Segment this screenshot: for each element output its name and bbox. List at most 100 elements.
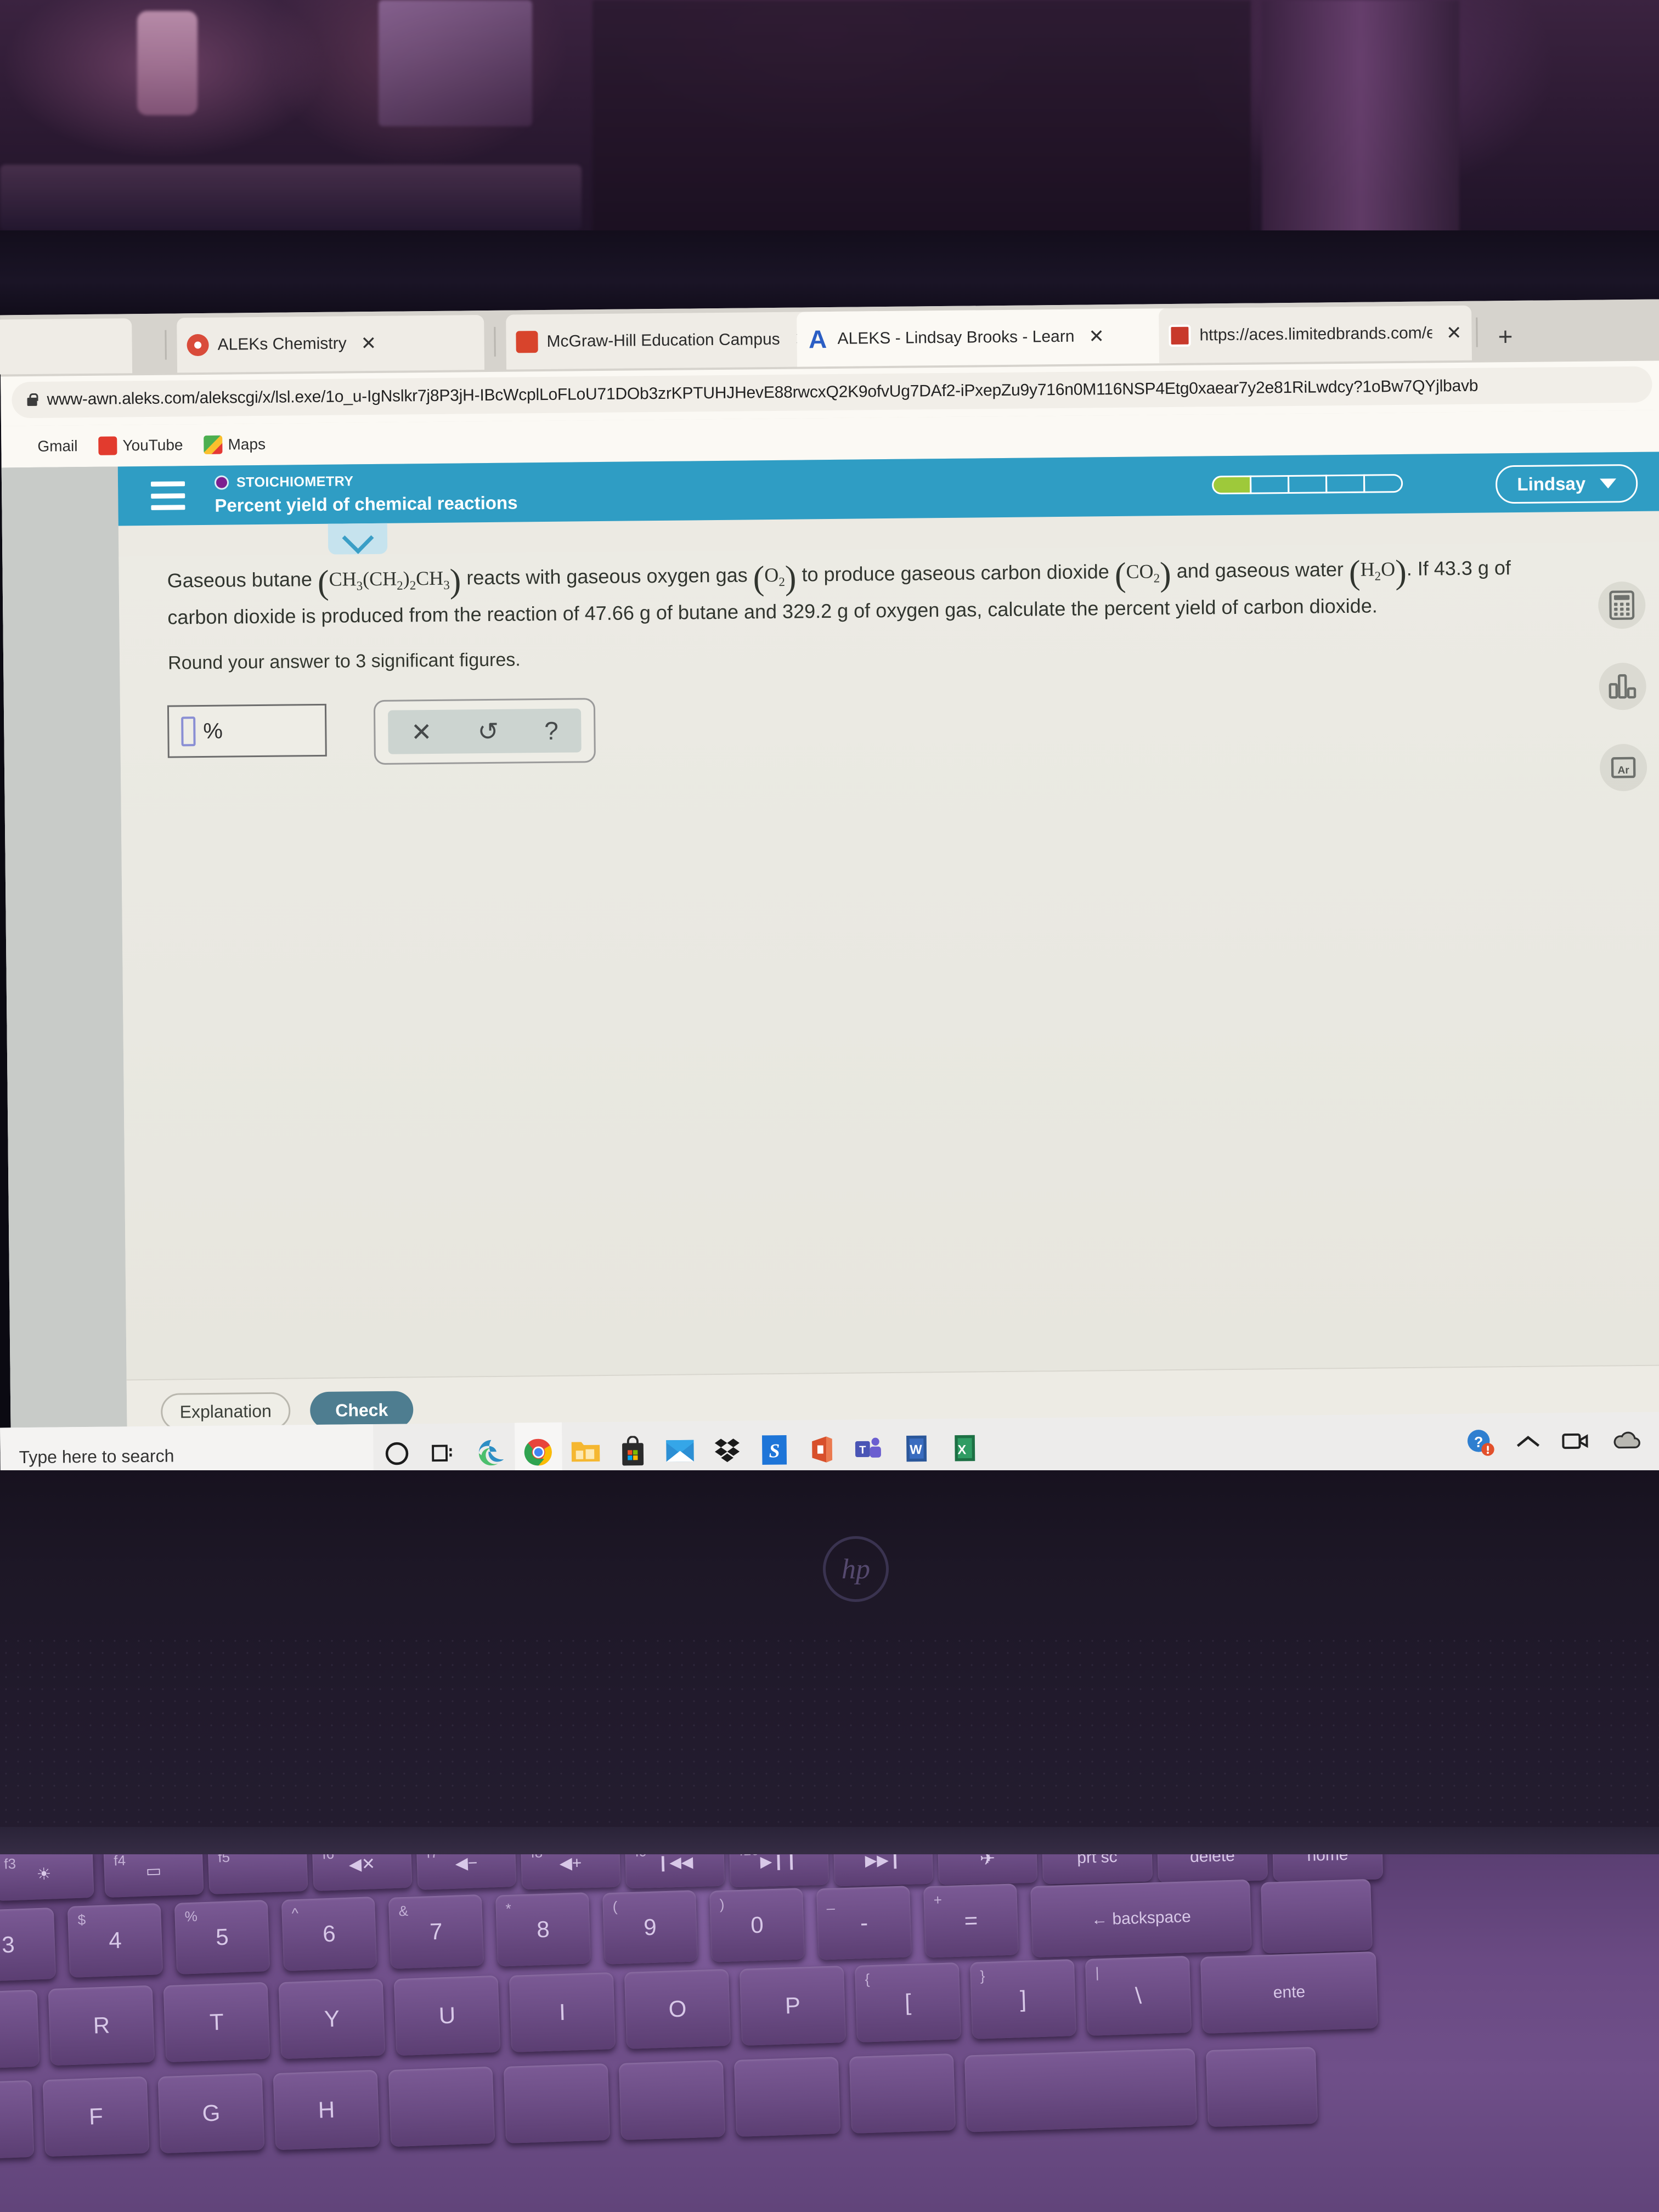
- web-page: STOICHIOMETRY Percent yield of chemical …: [1, 452, 1659, 1479]
- excel-icon[interactable]: X: [939, 1418, 987, 1478]
- key-enter-lower[interactable]: [964, 2048, 1198, 2132]
- collapse-header-button[interactable]: [328, 522, 388, 555]
- key-p[interactable]: P: [739, 1966, 847, 2046]
- bookmark-maps[interactable]: Maps: [197, 433, 272, 456]
- aleks-topic-title: Percent yield of chemical reactions: [215, 492, 518, 516]
- svg-text:X: X: [957, 1443, 966, 1457]
- address-bar[interactable]: www-awn.aleks.com/alekscgi/x/lsl.exe/1o_…: [12, 366, 1652, 419]
- key-i[interactable]: I: [509, 1972, 616, 2052]
- key-f10[interactable]: f10 ▶❙❙: [729, 1854, 830, 1888]
- paren-close: ): [785, 559, 797, 597]
- onedrive-icon[interactable]: [1611, 1430, 1643, 1454]
- key-backslash[interactable]: | \: [1085, 1956, 1192, 2036]
- key-7[interactable]: & 7: [388, 1894, 484, 1969]
- topic-dot-icon: [214, 475, 229, 490]
- chevron-up-icon[interactable]: [1515, 1433, 1541, 1452]
- browser-tab-aleks-chemistry[interactable]: ALEKs Chemistry ✕: [177, 315, 485, 373]
- key-5[interactable]: % 5: [174, 1900, 270, 1974]
- key-e[interactable]: E: [0, 1989, 40, 2070]
- key-y[interactable]: Y: [278, 1978, 386, 2059]
- bookmark-gmail[interactable]: Gmail: [7, 435, 84, 458]
- key-l[interactable]: [618, 2060, 726, 2140]
- key-bracket-left[interactable]: { [: [854, 1962, 962, 2042]
- tab-close-icon[interactable]: ✕: [360, 332, 376, 354]
- key-f9[interactable]: f9 ❙◀◀: [624, 1854, 725, 1889]
- key-k[interactable]: [503, 2063, 611, 2143]
- key-f12[interactable]: f12 ✈: [937, 1854, 1038, 1886]
- answer-toolbar: ✕ ↺ ?: [373, 698, 596, 765]
- key-fn-label: del: [1167, 1854, 1187, 1855]
- undo-icon[interactable]: ↺: [477, 716, 499, 746]
- progress-segment: [1287, 475, 1328, 494]
- key-minus[interactable]: _ -: [816, 1886, 912, 1960]
- browser-tab-aleks-lindsay-brooks[interactable]: A ALEKS - Lindsay Brooks - Learn ✕: [797, 308, 1176, 367]
- key-o[interactable]: O: [624, 1969, 731, 2049]
- key-f[interactable]: F: [42, 2076, 150, 2157]
- answer-input[interactable]: %: [167, 703, 327, 758]
- key-quote[interactable]: [849, 2053, 956, 2134]
- user-menu-button[interactable]: Lindsay: [1496, 464, 1638, 504]
- tab-close-icon[interactable]: ✕: [1088, 325, 1104, 347]
- key-3[interactable]: # 3: [0, 1908, 57, 1982]
- browser-tab-unf[interactable]: - UNF ✕: [0, 318, 133, 376]
- key-6[interactable]: ^ 6: [281, 1897, 377, 1971]
- key-r[interactable]: R: [48, 1985, 155, 2066]
- key-label: I: [558, 1999, 566, 2025]
- key-8[interactable]: * 8: [495, 1892, 591, 1967]
- bookmark-label: Maps: [228, 435, 266, 453]
- key-4[interactable]: $ 4: [67, 1903, 163, 1978]
- key-f3[interactable]: f3 ☀: [0, 1854, 94, 1901]
- room-object-shelf: [0, 165, 582, 230]
- key-shift-label: (: [612, 1898, 618, 1915]
- key-label: 6: [322, 1920, 336, 1947]
- key-label: T: [209, 2008, 224, 2035]
- svg-text:S: S: [769, 1440, 780, 1462]
- laptop-photo-scene: - UNF ✕ ALEKs Chemistry ✕ McGraw-Hill Ed…: [0, 0, 1659, 2212]
- key-f7[interactable]: f7 ◀−: [416, 1854, 517, 1891]
- periodic-table-icon[interactable]: Ar: [1599, 743, 1647, 792]
- volume-down-icon: ◀−: [455, 1854, 478, 1873]
- tab-divider: [1476, 317, 1478, 347]
- hamburger-menu-icon[interactable]: [150, 481, 185, 510]
- key-9[interactable]: ( 9: [602, 1890, 698, 1965]
- key-g[interactable]: G: [157, 2073, 265, 2154]
- formula-butane: CH3(CH2)2CH3: [329, 567, 450, 593]
- clear-x-icon[interactable]: ✕: [411, 717, 432, 747]
- bookmark-youtube[interactable]: YouTube: [92, 433, 189, 458]
- browser-tab-limitedbrands[interactable]: https://aces.limitedbrands.com/e ✕: [1159, 305, 1472, 364]
- key-j[interactable]: [388, 2066, 495, 2147]
- key-equals[interactable]: + =: [923, 1883, 1019, 1958]
- key-f5[interactable]: f5: [207, 1854, 308, 1895]
- paren-close: ): [449, 562, 461, 600]
- key-0[interactable]: ) 0: [709, 1888, 805, 1962]
- key-pgup[interactable]: [1205, 2046, 1318, 2128]
- calculator-icon[interactable]: [1598, 581, 1646, 629]
- key-f4[interactable]: f4 ▭: [103, 1854, 204, 1898]
- tab-divider: [165, 330, 167, 360]
- key-u[interactable]: U: [393, 1975, 501, 2056]
- key-enter[interactable]: ente: [1200, 1951, 1379, 2034]
- key-delete[interactable]: del delete: [1156, 1854, 1268, 1883]
- key-label: ente: [1273, 1983, 1306, 2002]
- key-backspace[interactable]: ← backspace: [1030, 1879, 1252, 1958]
- key-d[interactable]: E: [0, 2080, 35, 2161]
- key-t[interactable]: T: [163, 1982, 270, 2063]
- url-text: www-awn.aleks.com/alekscgi/x/lsl.exe/1o_…: [47, 376, 1479, 409]
- tab-close-icon[interactable]: ✕: [1446, 322, 1462, 344]
- key-h[interactable]: H: [273, 2069, 380, 2151]
- key-f11[interactable]: f11 ▶▶❙: [833, 1854, 934, 1887]
- key-bracket-right[interactable]: } ]: [969, 1959, 1077, 2039]
- key-home[interactable]: home: [1272, 1854, 1384, 1882]
- word-icon[interactable]: W: [892, 1419, 940, 1479]
- aleks-app: STOICHIOMETRY Percent yield of chemical …: [117, 452, 1659, 1477]
- key-num-extra[interactable]: [1261, 1878, 1373, 1954]
- key-print-screen[interactable]: ins prt sc: [1041, 1854, 1153, 1884]
- help-alert-icon[interactable]: ?: [1465, 1427, 1495, 1460]
- key-semicolon[interactable]: [733, 2057, 841, 2137]
- new-tab-button[interactable]: +: [1498, 321, 1513, 351]
- help-question-icon[interactable]: ?: [544, 716, 558, 746]
- camera-icon[interactable]: [1561, 1430, 1590, 1454]
- key-f8[interactable]: f8 ◀+: [520, 1854, 621, 1890]
- key-f6[interactable]: f6 ◀✕: [312, 1854, 413, 1892]
- bar-chart-icon[interactable]: [1599, 662, 1647, 710]
